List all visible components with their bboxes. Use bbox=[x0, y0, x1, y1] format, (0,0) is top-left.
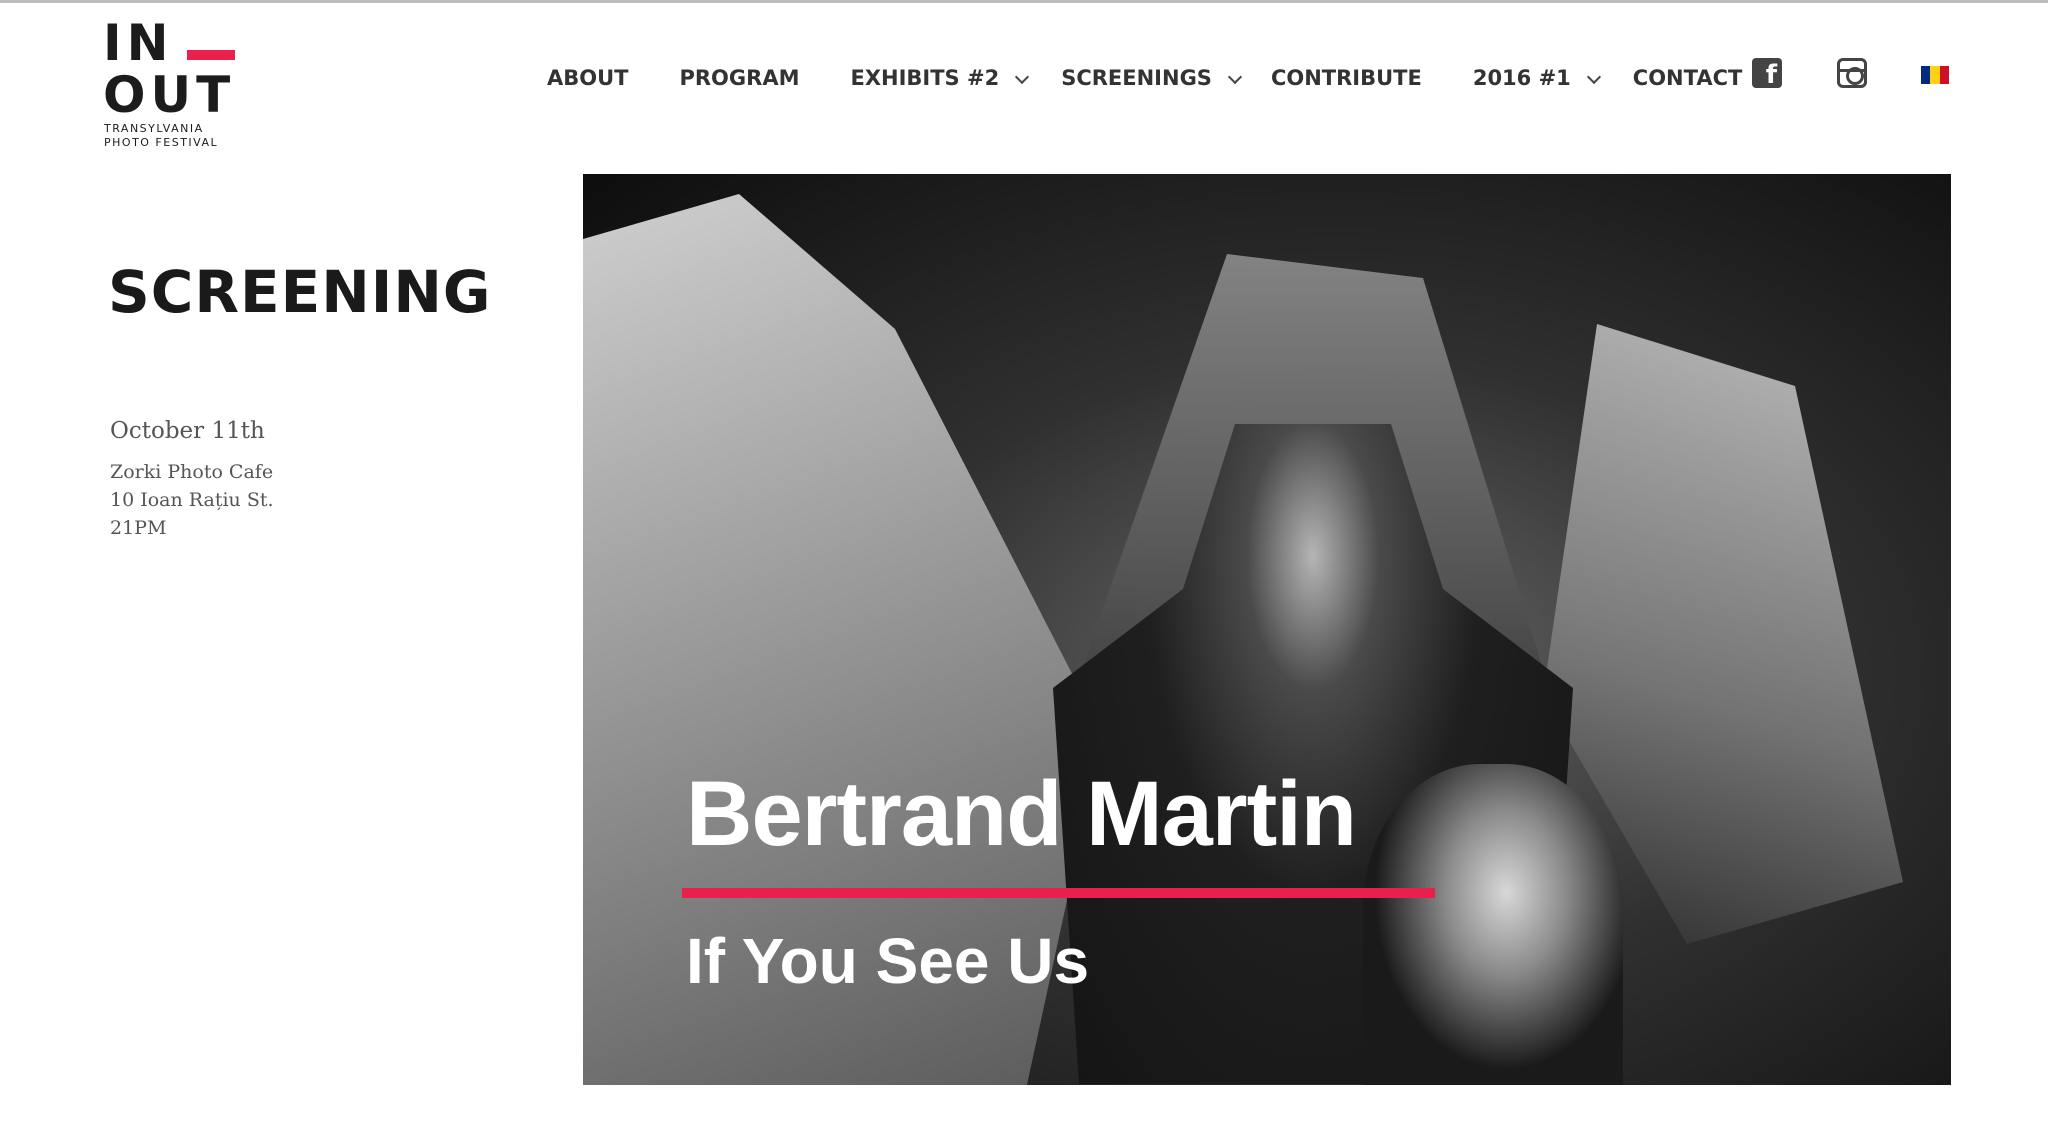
nav-item-about[interactable]: ABOUT bbox=[547, 66, 629, 90]
hero-photographer-name: Bertrand Martin bbox=[686, 763, 1357, 865]
romanian-flag-icon[interactable] bbox=[1921, 66, 1949, 84]
site-logo[interactable]: IN OUT TRANSYLVANIA PHOTO FESTIVAL bbox=[103, 18, 243, 153]
hero-photo-second-person bbox=[1363, 764, 1623, 1085]
top-border bbox=[0, 0, 2048, 3]
nav-item-label: CONTACT bbox=[1632, 66, 1743, 90]
chevron-down-icon bbox=[1015, 69, 1030, 85]
event-date: October 11th bbox=[110, 418, 265, 444]
nav-item-label: SCREENINGS bbox=[1061, 66, 1212, 90]
instagram-icon[interactable] bbox=[1837, 58, 1867, 88]
hero-image: Bertrand Martin If You See Us bbox=[583, 174, 1951, 1085]
logo-tagline-line1: TRANSYLVANIA bbox=[104, 122, 204, 135]
flag-stripe-red bbox=[1939, 66, 1949, 84]
nav-item-label: EXHIBITS #2 bbox=[850, 66, 1000, 90]
nav-item-label: 2016 #1 bbox=[1472, 66, 1571, 90]
event-details: Zorki Photo Cafe 10 Ioan Rațiu St. 21PM bbox=[110, 458, 274, 542]
page-title: SCREENING bbox=[108, 258, 492, 326]
event-venue: Zorki Photo Cafe bbox=[110, 461, 274, 483]
facebook-icon[interactable]: f bbox=[1752, 58, 1782, 88]
nav-item-program[interactable]: PROGRAM bbox=[680, 66, 800, 90]
main-nav: ABOUT PROGRAM EXHIBITS #2 SCREENINGS CON… bbox=[547, 62, 1742, 94]
nav-item-contact[interactable]: CONTACT bbox=[1633, 66, 1743, 90]
nav-item-label: CONTRIBUTE bbox=[1270, 66, 1422, 90]
nav-item-label: ABOUT bbox=[547, 66, 629, 90]
flag-stripe-blue bbox=[1921, 66, 1931, 84]
logo-text-out: OUT bbox=[103, 66, 236, 124]
nav-item-screenings[interactable]: SCREENINGS bbox=[1061, 66, 1243, 90]
nav-item-2016[interactable]: 2016 #1 bbox=[1472, 66, 1601, 90]
logo-tagline: TRANSYLVANIA PHOTO FESTIVAL bbox=[104, 122, 218, 150]
nav-item-exhibits[interactable]: EXHIBITS #2 bbox=[850, 66, 1030, 90]
logo-text-in: IN bbox=[103, 14, 174, 72]
event-address: 10 Ioan Rațiu St. bbox=[110, 489, 274, 511]
hero-accent-rule bbox=[682, 888, 1435, 898]
logo-tagline-line2: PHOTO FESTIVAL bbox=[104, 136, 219, 149]
chevron-down-icon bbox=[1227, 69, 1243, 85]
chevron-down-icon bbox=[1586, 69, 1601, 85]
instagram-icon-lens bbox=[1846, 67, 1864, 85]
event-time: 21PM bbox=[110, 517, 167, 539]
flag-stripe-yellow bbox=[1930, 66, 1940, 84]
nav-item-contribute[interactable]: CONTRIBUTE bbox=[1271, 66, 1422, 90]
hero-film-title: If You See Us bbox=[686, 925, 1090, 997]
nav-item-label: PROGRAM bbox=[679, 66, 800, 90]
facebook-glyph: f bbox=[1765, 60, 1777, 90]
logo-accent-dash bbox=[187, 50, 235, 60]
